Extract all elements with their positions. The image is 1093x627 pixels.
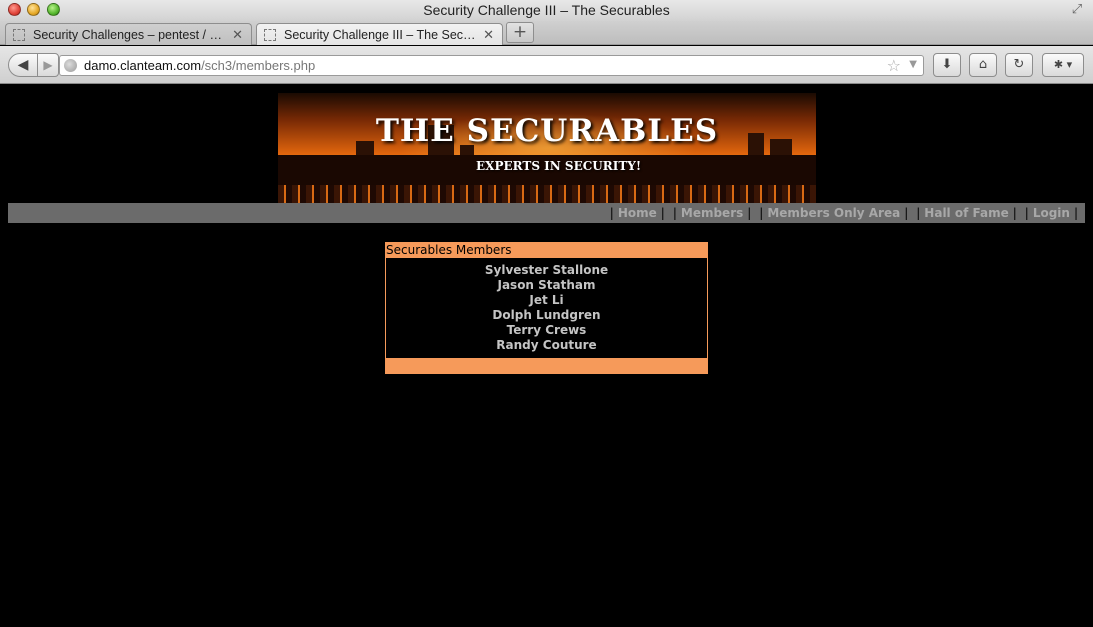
url-path: /sch3/members.php bbox=[201, 58, 316, 73]
tools-menu-button[interactable]: ✱ ▾ bbox=[1042, 53, 1084, 77]
gear-icon: ✱ ▾ bbox=[1053, 58, 1073, 71]
reload-button[interactable]: ↻ bbox=[1005, 53, 1033, 77]
menu-separator: | bbox=[609, 206, 614, 220]
navigation-toolbar: ◀ ▶ damo.clanteam.com/sch3/members.php ☆… bbox=[0, 46, 1093, 84]
menu-separator: | bbox=[1073, 206, 1078, 220]
window-title: Security Challenge III – The Securables bbox=[423, 2, 670, 18]
menu-link-members[interactable]: Members bbox=[681, 206, 743, 220]
banner-subtitle: EXPERTS IN SECURITY! bbox=[476, 159, 642, 173]
banner-title: THE SECURABLES bbox=[375, 113, 719, 149]
menu-separator: | bbox=[916, 206, 921, 220]
address-bar[interactable]: damo.clanteam.com/sch3/members.php ☆ ▼ bbox=[59, 55, 924, 76]
member-name: Terry Crews bbox=[506, 323, 587, 337]
url-text[interactable]: damo.clanteam.com/sch3/members.php bbox=[84, 58, 315, 73]
reload-icon: ↻ bbox=[1013, 57, 1025, 72]
back-button[interactable]: ◀ bbox=[8, 53, 38, 77]
menu-separator: | bbox=[904, 206, 909, 220]
bookmark-star-icon[interactable]: ☆ bbox=[887, 56, 901, 75]
forward-arrow-icon: ▶ bbox=[43, 58, 53, 72]
home-icon: ⌂ bbox=[978, 57, 988, 72]
close-tab-icon[interactable]: ✕ bbox=[483, 27, 494, 43]
menu-separator: | bbox=[1012, 206, 1017, 220]
menu-separator: | bbox=[660, 206, 665, 220]
member-name: Randy Couture bbox=[496, 338, 597, 352]
downloads-button[interactable]: ⬇ bbox=[933, 53, 961, 77]
menu-separator: | bbox=[1024, 206, 1029, 220]
member-name: Jet Li bbox=[529, 293, 564, 307]
menu-link-members-only-area[interactable]: Members Only Area bbox=[767, 206, 900, 220]
tab-label: Security Challenges – pentest / … bbox=[33, 28, 222, 42]
forward-button[interactable]: ▶ bbox=[37, 53, 59, 77]
members-list: Sylvester Stallone Jason Statham Jet Li … bbox=[386, 258, 707, 358]
member-name: Dolph Lundgren bbox=[492, 308, 601, 322]
menu-link-hall-of-fame[interactable]: Hall of Fame bbox=[924, 206, 1008, 220]
minimize-window-button[interactable] bbox=[27, 3, 40, 16]
page-favicon-icon bbox=[13, 29, 25, 41]
zoom-window-button[interactable] bbox=[47, 3, 60, 16]
site-banner: THE SECURABLES EXPERTS IN SECURITY! bbox=[278, 93, 816, 203]
fullscreen-icon[interactable]: ⤢ bbox=[1070, 3, 1084, 17]
member-name: Sylvester Stallone bbox=[484, 263, 609, 277]
back-arrow-icon: ◀ bbox=[17, 57, 29, 73]
menu-separator: | bbox=[747, 206, 752, 220]
tab-security-challenges[interactable]: Security Challenges – pentest / … ✕ bbox=[5, 23, 252, 45]
members-panel-header: Securables Members bbox=[386, 243, 512, 257]
member-name: Jason Statham bbox=[497, 278, 596, 292]
tab-security-challenge-iii[interactable]: Security Challenge III – The Securables … bbox=[256, 23, 503, 45]
site-identity-icon[interactable] bbox=[64, 59, 77, 72]
new-tab-button[interactable]: + bbox=[506, 22, 534, 43]
url-domain: damo.clanteam.com bbox=[84, 58, 202, 73]
download-arrow-icon: ⬇ bbox=[941, 57, 953, 72]
tab-strip: Security Challenges – pentest / … ✕ Secu… bbox=[0, 21, 1093, 45]
menu-link-login[interactable]: Login bbox=[1033, 206, 1070, 220]
window-titlebar: Security Challenge III – The Securables … bbox=[0, 0, 1093, 21]
site-menu: | Home | | Members | | Members Only Area | | Hall … bbox=[8, 203, 1085, 223]
page-favicon-icon bbox=[264, 29, 276, 41]
water-reflection bbox=[278, 185, 816, 203]
tab-label: Security Challenge III – The Securables bbox=[284, 28, 479, 42]
home-button[interactable]: ⌂ bbox=[969, 53, 997, 77]
web-page: THE SECURABLES EXPERTS IN SECURITY! | Hom… bbox=[0, 85, 1093, 627]
menu-link-home[interactable]: Home bbox=[618, 206, 657, 220]
members-panel: Securables Members Sylvester Stallone Ja… bbox=[385, 242, 708, 374]
chevron-down-icon[interactable]: ▼ bbox=[909, 59, 917, 70]
menu-separator: | bbox=[672, 206, 677, 220]
close-window-button[interactable] bbox=[8, 3, 21, 16]
menu-separator: | bbox=[759, 206, 764, 220]
close-tab-icon[interactable]: ✕ bbox=[232, 27, 243, 43]
